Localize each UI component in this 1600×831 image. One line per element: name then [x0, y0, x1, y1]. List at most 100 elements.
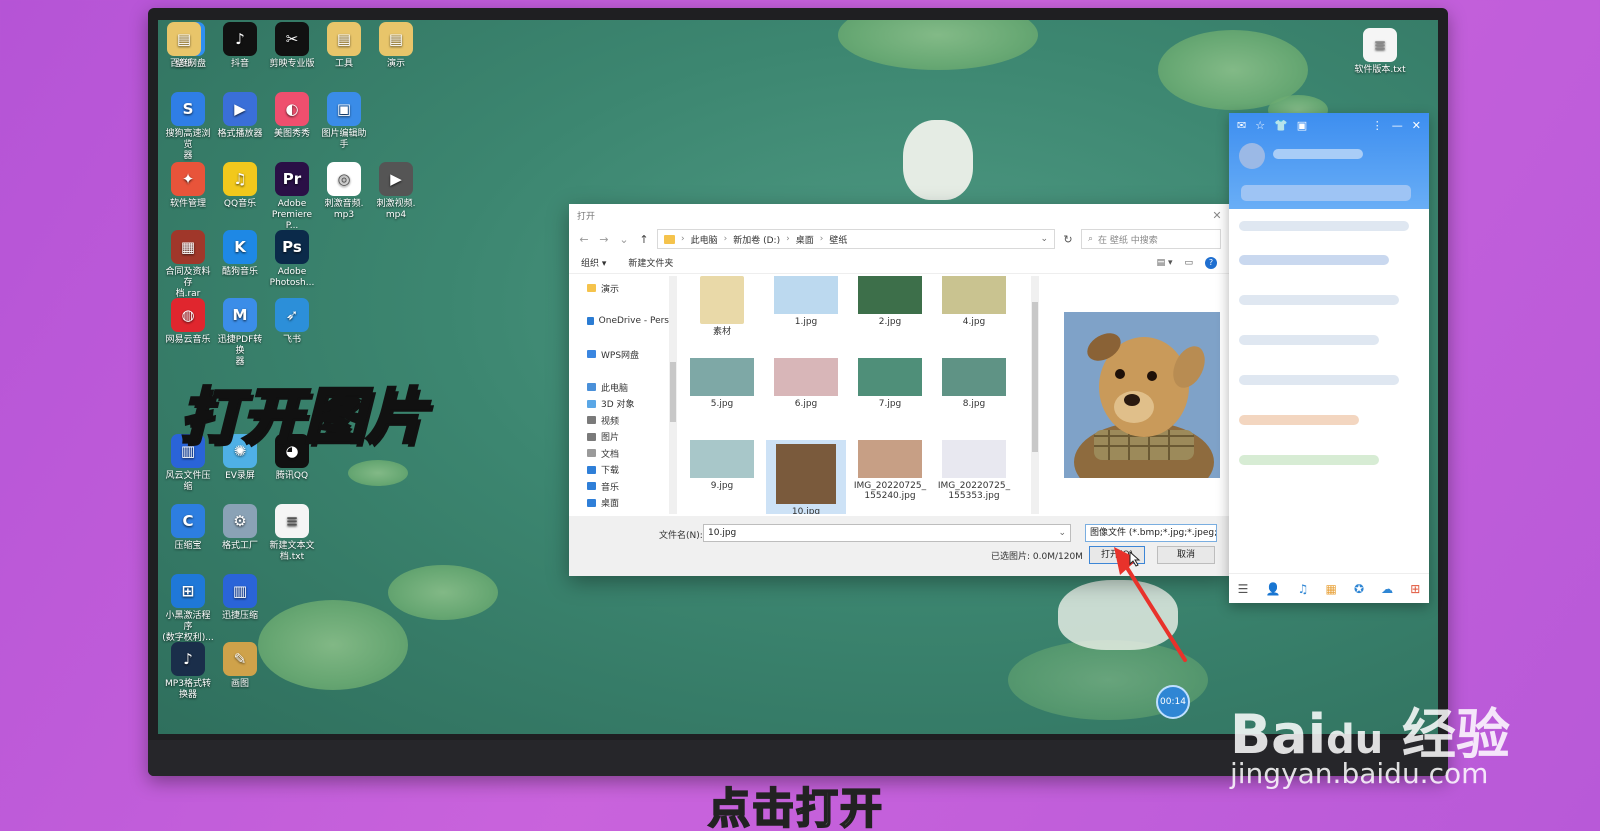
- breadcrumb-item[interactable]: 此电脑: [691, 233, 718, 246]
- scrollbar-thumb[interactable]: [670, 362, 676, 422]
- mini-app-icon[interactable]: ▦: [1325, 582, 1336, 596]
- search-input[interactable]: ⌕ 在 壁纸 中搜索: [1081, 229, 1221, 249]
- cloud-icon[interactable]: ☁: [1381, 582, 1393, 596]
- tree-item-label: 文档: [601, 449, 620, 460]
- desktop-icon[interactable]: ✂ 剪映专业版: [266, 22, 318, 70]
- desktop-icon[interactable]: ▤ 工具: [318, 22, 370, 70]
- file-name-field[interactable]: 10.jpg ⌄: [703, 524, 1071, 542]
- address-dropdown-icon[interactable]: ⌄: [1040, 234, 1054, 244]
- tree-item[interactable]: 3D 对象: [569, 396, 669, 413]
- tree-item[interactable]: WPS网盘: [569, 346, 669, 363]
- desktop-icon[interactable]: ▤ 壁纸: [158, 22, 210, 70]
- breadcrumb-item[interactable]: 新加卷 (D:): [733, 233, 780, 246]
- tree-item[interactable]: 音乐: [569, 478, 669, 495]
- breadcrumb-item[interactable]: 桌面: [796, 233, 814, 246]
- desktop-icon[interactable]: S 搜狗高速浏览 器: [162, 92, 214, 162]
- refresh-icon[interactable]: ↻: [1061, 233, 1075, 246]
- recent-chevron-icon[interactable]: ⌄: [617, 233, 631, 246]
- chevron-down-icon[interactable]: ⌄: [1058, 525, 1066, 541]
- desktop-icon[interactable]: ♪ 抖音: [214, 22, 266, 70]
- new-folder-button[interactable]: 新建文件夹: [628, 256, 673, 269]
- desktop-icon[interactable]: ▶ 格式播放器: [214, 92, 266, 140]
- help-icon[interactable]: ?: [1205, 256, 1217, 269]
- close-icon[interactable]: ✕: [1205, 209, 1229, 222]
- tree-item[interactable]: 本地磁盘 (C:): [569, 511, 669, 514]
- desktop-icon[interactable]: ⚙ 格式工厂: [214, 504, 266, 552]
- desktop-icon[interactable]: Pr Adobe Premiere P...: [266, 162, 318, 232]
- music-icon[interactable]: ♫: [1298, 582, 1309, 596]
- back-arrow-icon[interactable]: ←: [577, 233, 591, 246]
- gift-icon[interactable]: ▣: [1297, 119, 1307, 132]
- minimize-icon[interactable]: —: [1392, 119, 1403, 132]
- desktop-icon[interactable]: ◍ 网易云音乐: [162, 298, 214, 346]
- desktop-icon[interactable]: ✎ 画图: [214, 642, 266, 690]
- desktop-icon[interactable]: K 酷狗音乐: [214, 230, 266, 278]
- file-item[interactable]: 2.jpg: [850, 276, 930, 352]
- tree-item[interactable]: OneDrive - Pers: [569, 313, 669, 330]
- view-options-icon[interactable]: ▤ ▾: [1157, 258, 1173, 268]
- desktop-icon[interactable]: ▣ 图片编辑助手: [318, 92, 370, 151]
- desktop-icon[interactable]: ➶ 飞书: [266, 298, 318, 346]
- file-item[interactable]: 1.jpg: [766, 276, 846, 352]
- file-item[interactable]: IMG_20220725_ 155353.jpg: [934, 440, 1014, 514]
- tree-scrollbar[interactable]: [669, 276, 677, 514]
- tree-item[interactable]: 此电脑: [569, 379, 669, 396]
- app-icon: ♫: [223, 162, 257, 196]
- tree-item[interactable]: 演示: [569, 280, 669, 297]
- up-arrow-icon[interactable]: ↑: [637, 233, 651, 246]
- file-item[interactable]: 10.jpg: [766, 440, 846, 514]
- mail-icon[interactable]: ✉: [1237, 119, 1246, 132]
- scrollbar-thumb[interactable]: [1032, 302, 1038, 452]
- file-item[interactable]: 6.jpg: [766, 358, 846, 434]
- desktop-icon[interactable]: C 压缩宝: [162, 504, 214, 552]
- desktop-icon[interactable]: ▦ 合同及资料存 档.rar: [162, 230, 214, 300]
- file-item[interactable]: 9.jpg: [682, 440, 762, 514]
- file-item[interactable]: IMG_20220725_ 155240.jpg: [850, 440, 930, 514]
- qq-search-blurred[interactable]: [1241, 185, 1411, 201]
- desktop-icon-label: 壁纸: [174, 59, 193, 69]
- tree-item[interactable]: 文档: [569, 445, 669, 462]
- desktop-icon[interactable]: M 迅捷PDF转换 器: [214, 298, 266, 368]
- tree-item[interactable]: 桌面: [569, 495, 669, 512]
- desktop-icon[interactable]: ♪ MP3格式转 换器: [162, 642, 214, 701]
- tree-item[interactable]: 图片: [569, 429, 669, 446]
- desktop-icon[interactable]: ⊞ 小黑激活程序 (数字权利)...: [162, 574, 214, 644]
- address-bar[interactable]: › 此电脑 › 新加卷 (D:) › 桌面 › 壁纸 ⌄: [657, 229, 1055, 249]
- file-grid-scrollbar[interactable]: [1031, 276, 1039, 514]
- game-icon[interactable]: ✪: [1354, 582, 1364, 596]
- desktop-icon[interactable]: ◐ 美图秀秀: [266, 92, 318, 140]
- close-icon[interactable]: ✕: [1412, 119, 1421, 132]
- desktop-icon[interactable]: ♫ QQ音乐: [214, 162, 266, 210]
- avatar[interactable]: [1239, 143, 1265, 169]
- tree-item: [569, 330, 669, 347]
- preview-pane-icon[interactable]: ▭: [1184, 258, 1193, 268]
- contacts-icon[interactable]: 👤: [1265, 582, 1280, 596]
- menu-icon[interactable]: ☰: [1238, 582, 1249, 596]
- desktop-icon[interactable]: ▤ 演示: [370, 22, 422, 70]
- file-type-select[interactable]: 图像文件 (*.bmp;*.jpg;*.jpeg;*: [1085, 524, 1217, 542]
- desktop-icon-label: 美图秀秀: [273, 129, 310, 139]
- desktop-icon[interactable]: ✦ 软件管理: [162, 162, 214, 210]
- file-item[interactable]: 4.jpg: [934, 276, 1014, 352]
- desktop-icon[interactable]: Ps Adobe Photosh...: [266, 230, 318, 289]
- forward-arrow-icon[interactable]: →: [597, 233, 611, 246]
- star-icon[interactable]: ☆: [1255, 119, 1265, 132]
- desktop-icon[interactable]: ≡ 新建文本文 档.txt: [266, 504, 318, 563]
- desktop-icon[interactable]: ▥ 迅捷压缩: [214, 574, 266, 622]
- desktop-icon[interactable]: ◎ 刺激音频. mp3: [318, 162, 370, 221]
- file-item[interactable]: 8.jpg: [934, 358, 1014, 434]
- desktop-icon-text-file[interactable]: ≡ 软件版本.txt: [1354, 28, 1406, 76]
- file-item[interactable]: 5.jpg: [682, 358, 762, 434]
- qq-list-blurred: [1239, 295, 1399, 305]
- breadcrumb-item[interactable]: 壁纸: [829, 233, 847, 246]
- desktop-icon[interactable]: ▶ 刺激视频. mp4: [370, 162, 422, 221]
- file-item[interactable]: 7.jpg: [850, 358, 930, 434]
- organize-menu[interactable]: 组织 ▾: [581, 256, 606, 269]
- tree-item[interactable]: 视频: [569, 412, 669, 429]
- apps-icon[interactable]: ⊞: [1410, 582, 1420, 596]
- shirt-icon[interactable]: 👕: [1274, 119, 1288, 132]
- app-icon: ♪: [171, 642, 205, 676]
- more-icon[interactable]: ⋮: [1372, 119, 1383, 132]
- file-item[interactable]: 素材: [682, 276, 762, 352]
- tree-item[interactable]: 下载: [569, 462, 669, 479]
